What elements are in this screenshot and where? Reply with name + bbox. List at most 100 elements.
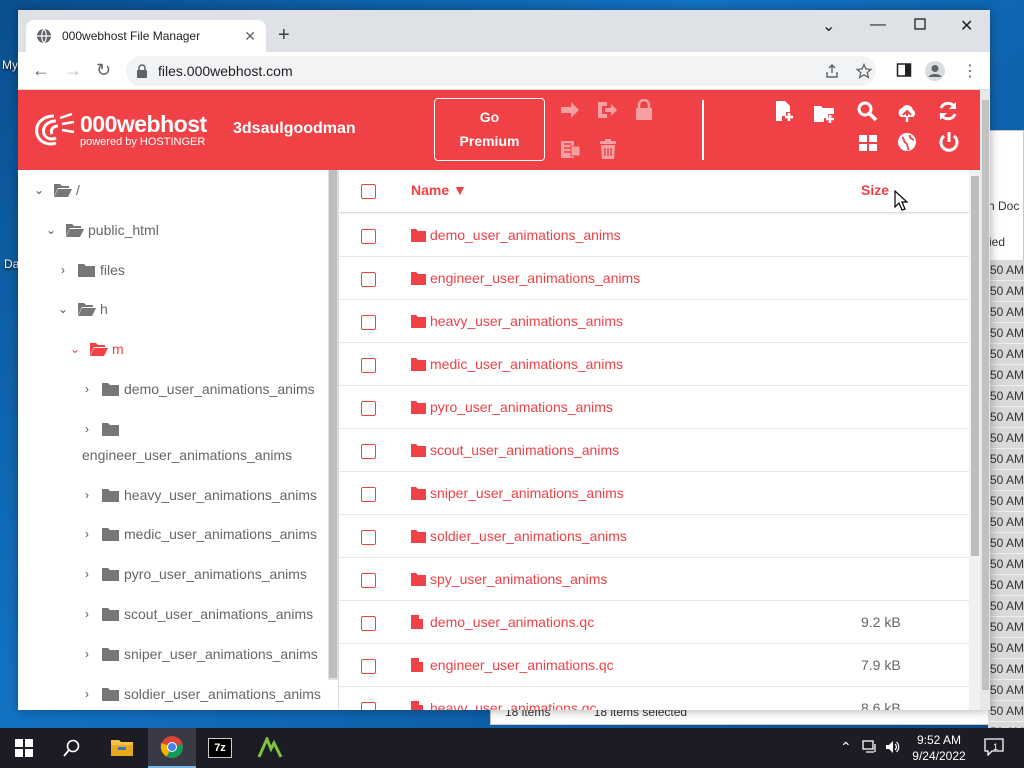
chevron-right-icon[interactable]: › bbox=[80, 687, 94, 701]
chevron-right-icon[interactable]: › bbox=[80, 647, 94, 661]
new-tab-icon[interactable]: + bbox=[278, 24, 290, 47]
file-list-scroll-thumb[interactable] bbox=[971, 176, 979, 556]
chevron-up-icon[interactable]: ⌃ bbox=[840, 739, 852, 756]
table-row[interactable]: spy_user_animations_anims bbox=[339, 558, 969, 601]
tree-item-files[interactable]: › files bbox=[56, 260, 125, 280]
page-scroll-thumb[interactable] bbox=[982, 100, 989, 690]
chevron-right-icon[interactable]: › bbox=[56, 263, 70, 277]
tree-scrollbar[interactable] bbox=[328, 170, 338, 680]
move-arrow-icon[interactable] bbox=[559, 99, 581, 121]
rename-icon[interactable] bbox=[596, 99, 618, 121]
tree-item-demo[interactable]: › demo_user_animations_anims bbox=[80, 379, 315, 399]
row-name-link[interactable]: soldier_user_animations_anims bbox=[411, 528, 627, 544]
search-icon[interactable] bbox=[856, 100, 878, 122]
row-checkbox[interactable] bbox=[361, 401, 376, 416]
chevron-right-icon[interactable]: › bbox=[80, 527, 94, 541]
row-checkbox[interactable] bbox=[361, 315, 376, 330]
row-name-link[interactable]: pyro_user_animations_anims bbox=[411, 399, 613, 415]
chevron-down-icon[interactable]: ⌄ bbox=[68, 342, 82, 356]
tree-item-root[interactable]: ⌄ / bbox=[32, 180, 80, 200]
maximize-icon[interactable] bbox=[914, 17, 926, 35]
row-name-link[interactable]: engineer_user_animations.qc bbox=[411, 657, 614, 673]
chevron-down-icon[interactable]: ⌄ bbox=[822, 16, 835, 36]
grid-view-icon[interactable] bbox=[857, 132, 879, 154]
tree-item-public-html[interactable]: ⌄ public_html bbox=[44, 220, 159, 240]
upload-cloud-icon[interactable] bbox=[896, 101, 918, 123]
column-size-sort[interactable]: Size bbox=[861, 182, 889, 198]
tree-item-m[interactable]: ⌄ m bbox=[68, 339, 124, 359]
row-name-link[interactable]: engineer_user_animations_anims bbox=[411, 270, 640, 286]
row-checkbox[interactable] bbox=[361, 530, 376, 545]
forward-icon[interactable]: → bbox=[64, 60, 82, 81]
row-checkbox[interactable] bbox=[361, 616, 376, 631]
share-icon[interactable] bbox=[824, 63, 840, 84]
tree-item-medic[interactable]: › medic_user_animations_anims bbox=[80, 524, 317, 544]
go-premium-button[interactable]: Go Premium bbox=[434, 98, 545, 161]
column-name-sort[interactable]: Name ▼ bbox=[411, 182, 467, 198]
lock-permissions-icon[interactable] bbox=[633, 98, 655, 121]
table-row[interactable]: engineer_user_animations.qc 7.9 kB bbox=[339, 644, 969, 687]
row-name-link[interactable]: sniper_user_animations_anims bbox=[411, 485, 624, 501]
chevron-down-icon[interactable]: ⌄ bbox=[32, 183, 46, 197]
table-row[interactable]: heavy_user_animations_anims bbox=[339, 300, 969, 343]
side-panel-icon[interactable] bbox=[896, 62, 912, 83]
address-bar[interactable]: files.000webhost.com bbox=[126, 56, 876, 86]
row-name-link[interactable]: heavy_user_animations_anims bbox=[411, 313, 623, 329]
tree-scroll-thumb[interactable] bbox=[329, 170, 337, 678]
close-tab-icon[interactable]: ✕ bbox=[244, 28, 256, 45]
row-checkbox[interactable] bbox=[361, 573, 376, 588]
row-name-link[interactable]: demo_user_animations.qc bbox=[411, 614, 594, 630]
tree-item-heavy[interactable]: › heavy_user_animations_anims bbox=[80, 485, 317, 505]
chevron-right-icon[interactable]: › bbox=[80, 607, 94, 621]
chevron-right-icon[interactable]: › bbox=[80, 567, 94, 581]
chevron-right-icon[interactable]: › bbox=[80, 488, 94, 502]
row-name-link[interactable]: medic_user_animations_anims bbox=[411, 356, 623, 372]
row-checkbox[interactable] bbox=[361, 487, 376, 502]
system-clock[interactable]: 9:52 AM 9/24/2022 bbox=[904, 732, 974, 764]
tree-item-h[interactable]: ⌄ h bbox=[56, 299, 108, 319]
profile-avatar-icon[interactable] bbox=[924, 60, 946, 87]
chevron-right-icon[interactable]: › bbox=[80, 382, 94, 396]
tree-item-engineer[interactable]: › bbox=[80, 419, 124, 439]
row-name-link[interactable]: demo_user_animations_anims bbox=[411, 227, 621, 243]
table-row[interactable]: heavy_user_animations.qc 8.6 kB bbox=[339, 687, 969, 710]
minimize-icon[interactable]: — bbox=[870, 16, 886, 34]
table-row[interactable]: pyro_user_animations_anims bbox=[339, 386, 969, 429]
notification-center-icon[interactable]: 1 bbox=[984, 738, 1004, 759]
new-folder-icon[interactable] bbox=[813, 102, 835, 124]
tree-item-sniper[interactable]: › sniper_user_animations_anims bbox=[80, 644, 318, 664]
table-row[interactable]: medic_user_animations_anims bbox=[339, 343, 969, 386]
table-row[interactable]: soldier_user_animations_anims bbox=[339, 515, 969, 558]
logo[interactable]: 000webhost powered by HOSTINGER bbox=[32, 110, 207, 150]
row-checkbox[interactable] bbox=[361, 444, 376, 459]
row-name-link[interactable]: spy_user_animations_anims bbox=[411, 571, 607, 587]
app-green-icon[interactable] bbox=[246, 728, 294, 768]
power-logout-icon[interactable] bbox=[938, 131, 960, 153]
kebab-menu-icon[interactable]: ⋮ bbox=[962, 61, 978, 81]
row-checkbox[interactable] bbox=[361, 229, 376, 244]
search-icon[interactable] bbox=[48, 728, 96, 768]
table-row[interactable]: engineer_user_animations_anims bbox=[339, 257, 969, 300]
reload-icon[interactable]: ↻ bbox=[96, 60, 111, 81]
chrome-icon[interactable] bbox=[148, 728, 196, 768]
tree-label[interactable]: engineer_user_animations_anims bbox=[82, 447, 292, 463]
table-row[interactable]: demo_user_animations.qc 9.2 kB bbox=[339, 601, 969, 644]
chevron-down-icon[interactable]: ⌄ bbox=[56, 302, 70, 316]
page-scrollbar[interactable] bbox=[980, 90, 990, 710]
table-row[interactable]: demo_user_animations_anims bbox=[339, 214, 969, 257]
table-row[interactable]: sniper_user_animations_anims bbox=[339, 472, 969, 515]
network-icon[interactable] bbox=[862, 740, 878, 757]
row-checkbox[interactable] bbox=[361, 702, 376, 710]
start-windows-icon[interactable] bbox=[0, 728, 48, 768]
select-all-checkbox[interactable] bbox=[361, 184, 376, 199]
globe-website-icon[interactable] bbox=[896, 131, 918, 153]
chevron-down-icon[interactable]: ⌄ bbox=[44, 223, 58, 237]
bookmark-star-icon[interactable] bbox=[855, 62, 873, 84]
tree-item-scout[interactable]: › scout_user_animations_anims bbox=[80, 604, 313, 624]
7zip-icon[interactable]: 7z bbox=[196, 728, 244, 768]
file-explorer-icon[interactable] bbox=[98, 728, 146, 768]
new-file-icon[interactable] bbox=[773, 100, 795, 122]
row-checkbox[interactable] bbox=[361, 272, 376, 287]
chevron-right-icon[interactable]: › bbox=[80, 422, 94, 436]
close-window-icon[interactable]: ✕ bbox=[960, 16, 973, 36]
